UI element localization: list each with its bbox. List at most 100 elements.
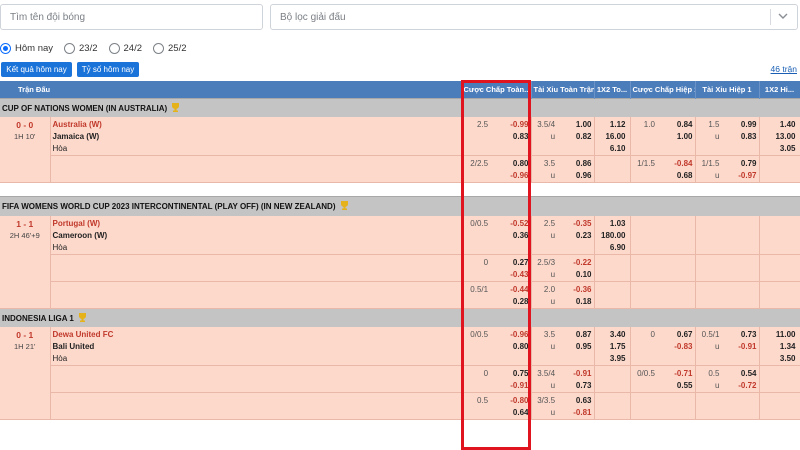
today-scores-button[interactable]: Tỷ số hôm nay xyxy=(77,62,139,77)
odds-value[interactable]: 0.99 xyxy=(723,119,757,131)
league-filter-input[interactable] xyxy=(271,5,797,29)
odds-value[interactable]: 0.68 xyxy=(659,170,693,182)
odds-value[interactable]: -0.36 xyxy=(559,284,591,296)
total-line: 0.5/1 xyxy=(701,330,720,339)
col-h1-handicap[interactable]: Cược Chấp Hiệp 1 xyxy=(630,81,696,98)
odds-value[interactable]: 16.00 xyxy=(597,131,628,143)
away-team[interactable]: Cameroon (W) xyxy=(53,230,459,242)
table-row: 0 - 0 1H 10' Australia (W) Jamaica (W) H… xyxy=(0,117,800,183)
odds-value[interactable]: 0.95 xyxy=(559,341,592,353)
league-filter-select[interactable] xyxy=(270,4,798,30)
odds-value[interactable]: 1.03 xyxy=(597,218,628,230)
ft-1x2-cell xyxy=(594,392,631,420)
odds-value[interactable]: 1.00 xyxy=(659,131,693,143)
odds-value[interactable]: 0.80 xyxy=(492,341,529,353)
odds-value[interactable]: 0.18 xyxy=(559,296,592,308)
team-search-box[interactable] xyxy=(0,4,263,30)
odds-value[interactable]: 6.10 xyxy=(597,143,628,155)
odds-value[interactable]: 0.10 xyxy=(559,269,592,281)
radio-icon[interactable] xyxy=(108,42,120,54)
col-h1-over-under[interactable]: Tài Xỉu Hiệp 1 xyxy=(695,81,760,98)
odds-value[interactable]: 0.96 xyxy=(559,170,592,182)
team-search-input[interactable] xyxy=(1,5,262,29)
odds-value[interactable]: -0.96 xyxy=(492,329,528,341)
odds-value[interactable]: 0.55 xyxy=(659,380,693,392)
away-team[interactable]: Bali United xyxy=(53,341,459,353)
odds-value[interactable]: -0.44 xyxy=(492,284,528,296)
odds-value[interactable]: -0.97 xyxy=(723,170,756,182)
odds-value[interactable]: 0.64 xyxy=(492,407,529,419)
odds-value[interactable]: 180.00 xyxy=(597,230,628,242)
home-team[interactable]: Australia (W) xyxy=(53,119,459,131)
odds-value[interactable]: 0.87 xyxy=(559,329,592,341)
odds-value[interactable]: -0.91 xyxy=(723,341,756,353)
odds-value[interactable]: 0.67 xyxy=(659,329,693,341)
chevron-down-icon[interactable] xyxy=(777,10,789,22)
odds-value[interactable]: -0.22 xyxy=(559,257,591,269)
odds-value[interactable]: 0.36 xyxy=(492,230,529,242)
odds-value[interactable]: -0.80 xyxy=(492,395,528,407)
odds-value[interactable]: -0.84 xyxy=(659,158,692,170)
odds-value[interactable]: 3.40 xyxy=(597,329,628,341)
odds-value[interactable]: -0.91 xyxy=(492,380,528,392)
odds-value[interactable]: 0.73 xyxy=(559,380,592,392)
match-count-link[interactable]: 46 trận xyxy=(771,64,797,74)
col-h1-1x2[interactable]: 1X2 Hi... xyxy=(759,81,800,98)
radio-icon[interactable] xyxy=(64,42,76,54)
odds-value[interactable]: 1.75 xyxy=(597,341,628,353)
ft-1x2-cell xyxy=(594,281,631,309)
date-option-25-2[interactable]: 25/2 xyxy=(153,42,187,54)
odds-value[interactable]: 0.83 xyxy=(723,131,757,143)
table-row: 0 0.27 -0.43 2.5/3 -0.22 u 0.10 xyxy=(0,254,800,282)
away-team[interactable]: Jamaica (W) xyxy=(53,131,459,143)
odds-value[interactable]: 1.12 xyxy=(597,119,628,131)
odds-value[interactable]: -0.81 xyxy=(559,407,591,419)
odds-value[interactable]: 1.34 xyxy=(762,341,798,353)
odds-value[interactable]: 3.50 xyxy=(762,353,798,365)
date-option-today[interactable]: Hôm nay xyxy=(0,42,53,54)
home-team[interactable]: Dewa United FC xyxy=(53,329,459,341)
match-score: 1 - 1 xyxy=(16,218,34,229)
odds-value[interactable]: -0.43 xyxy=(492,269,528,281)
odds-value[interactable]: 0.86 xyxy=(559,158,592,170)
odds-value[interactable]: -0.71 xyxy=(659,368,692,380)
odds-value[interactable]: 0.63 xyxy=(559,395,592,407)
odds-value[interactable]: -0.83 xyxy=(659,341,692,353)
col-ft-over-under[interactable]: Tài Xỉu Toàn Trận xyxy=(531,81,595,98)
odds-value[interactable]: -0.96 xyxy=(492,170,528,182)
odds-value[interactable]: 0.82 xyxy=(559,131,592,143)
odds-value[interactable]: -0.35 xyxy=(559,218,591,230)
odds-value[interactable]: 0.28 xyxy=(492,296,529,308)
odds-value[interactable]: 0.84 xyxy=(659,119,693,131)
odds-value[interactable]: 3.05 xyxy=(762,143,798,155)
ft-over-under-cell: 2.0 -0.36 u 0.18 xyxy=(531,281,595,309)
date-option-24-2[interactable]: 24/2 xyxy=(108,42,142,54)
odds-value[interactable]: 0.73 xyxy=(723,329,757,341)
odds-value[interactable]: 0.75 xyxy=(492,368,529,380)
odds-value[interactable]: 0.79 xyxy=(723,158,757,170)
odds-value[interactable]: 0.27 xyxy=(492,257,529,269)
col-ft-1x2[interactable]: 1X2 To... xyxy=(594,81,631,98)
odds-value[interactable]: -0.91 xyxy=(559,368,591,380)
radio-icon[interactable] xyxy=(153,42,165,54)
radio-checked-icon[interactable] xyxy=(0,42,11,54)
odds-value[interactable]: 1.00 xyxy=(559,119,592,131)
odds-value[interactable]: 3.95 xyxy=(597,353,628,365)
ft-handicap-cell: 0.5 -0.80 0.64 xyxy=(461,392,532,420)
today-results-button[interactable]: Kết quả hôm nay xyxy=(1,62,72,77)
odds-value[interactable]: 0.83 xyxy=(492,131,529,143)
odds-value[interactable]: 0.80 xyxy=(492,158,529,170)
date-option-23-2[interactable]: 23/2 xyxy=(64,42,98,54)
odds-value[interactable]: 11.00 xyxy=(762,329,798,341)
odds-value[interactable]: 6.90 xyxy=(597,242,628,254)
home-team[interactable]: Portugal (W) xyxy=(53,218,459,230)
odds-value[interactable]: 1.40 xyxy=(762,119,798,131)
odds-value[interactable]: -0.99 xyxy=(492,119,528,131)
col-ft-handicap[interactable]: Cược Chấp Toàn... xyxy=(461,81,532,98)
odds-value[interactable]: -0.72 xyxy=(723,380,756,392)
odds-value[interactable]: 0.54 xyxy=(723,368,757,380)
under-label: u xyxy=(550,342,556,351)
odds-value[interactable]: 13.00 xyxy=(762,131,798,143)
odds-value[interactable]: 0.23 xyxy=(559,230,592,242)
odds-value[interactable]: -0.52 xyxy=(492,218,528,230)
